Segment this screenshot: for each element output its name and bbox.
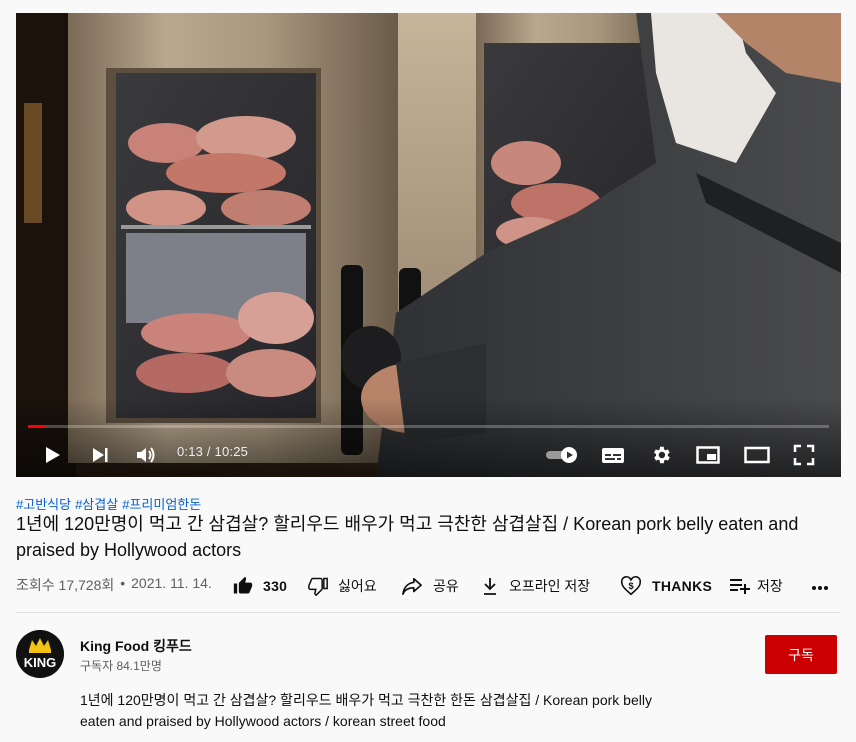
share-button[interactable]: 공유 [401, 572, 459, 600]
description-line: 1년에 120만명이 먹고 간 삼겹살? 할리우드 배우가 먹고 극찬한 한돈 … [80, 692, 652, 708]
skip-next-icon [93, 448, 108, 462]
channel-name[interactable]: King Food 킹푸드 [80, 636, 192, 656]
play-icon [46, 447, 60, 463]
like-button[interactable]: 330 [233, 572, 287, 600]
avatar-text: KING [24, 655, 57, 670]
super-thanks-icon: $ [621, 575, 641, 596]
svg-text:$: $ [628, 581, 633, 591]
like-count: 330 [263, 578, 288, 594]
save-label: 저장 [757, 578, 783, 594]
more-horizontal-icon [812, 586, 828, 590]
description-line: eaten and praised by Hollywood actors / … [80, 713, 446, 729]
gear-icon [654, 446, 670, 464]
share-label: 공유 [433, 578, 459, 594]
miniplayer-button[interactable] [694, 441, 722, 469]
download-icon [484, 578, 496, 595]
next-button[interactable] [86, 441, 114, 469]
theater-icon [744, 446, 770, 464]
thumbs-up-icon [233, 576, 253, 594]
fullscreen-button[interactable] [790, 441, 818, 469]
subtitles-icon [602, 448, 624, 463]
playlist-add-icon [730, 579, 750, 594]
section-divider [16, 612, 840, 613]
miniplayer-icon [696, 446, 720, 464]
download-button[interactable]: 오프라인 저장 [481, 572, 590, 600]
thanks-label: THANKS [652, 578, 713, 594]
action-bar: 330 싫어요 공유 오프라인 저장 $ THANKS 저장 [0, 572, 856, 600]
save-button[interactable]: 저장 [729, 572, 783, 600]
subscribe-button[interactable]: 구독 [765, 635, 837, 674]
thumbs-down-icon [308, 577, 328, 596]
progress-played [28, 425, 45, 428]
fullscreen-icon [793, 444, 815, 466]
dislike-button[interactable]: 싫어요 [308, 572, 377, 600]
subtitles-button[interactable] [599, 441, 627, 469]
autoplay-toggle-icon [546, 447, 577, 463]
subscriber-count: 구독자 84.1만명 [80, 659, 162, 673]
share-icon [402, 577, 422, 595]
video-player[interactable]: 0:13 / 10:25 [16, 13, 841, 477]
play-button[interactable] [38, 441, 66, 469]
progress-bar[interactable] [28, 425, 829, 428]
video-description: 1년에 120만명이 먹고 간 삼겹살? 할리우드 배우가 먹고 극찬한 한돈 … [80, 690, 720, 732]
autoplay-toggle[interactable] [544, 443, 580, 467]
theater-mode-button[interactable] [742, 441, 772, 469]
volume-icon [137, 447, 155, 463]
video-title: 1년에 120만명이 먹고 간 삼겹살? 할리우드 배우가 먹고 극찬한 삼겹살… [16, 514, 799, 560]
channel-avatar[interactable]: KING [16, 630, 64, 678]
thanks-button[interactable]: $ THANKS [620, 572, 712, 600]
dislike-label: 싫어요 [338, 578, 377, 594]
volume-button[interactable] [132, 441, 160, 469]
download-label: 오프라인 저장 [509, 578, 591, 594]
more-actions-button[interactable] [810, 572, 830, 600]
settings-button[interactable] [647, 441, 675, 469]
time-display: 0:13 / 10:25 [177, 444, 249, 459]
king-crown-logo: KING [16, 630, 64, 678]
